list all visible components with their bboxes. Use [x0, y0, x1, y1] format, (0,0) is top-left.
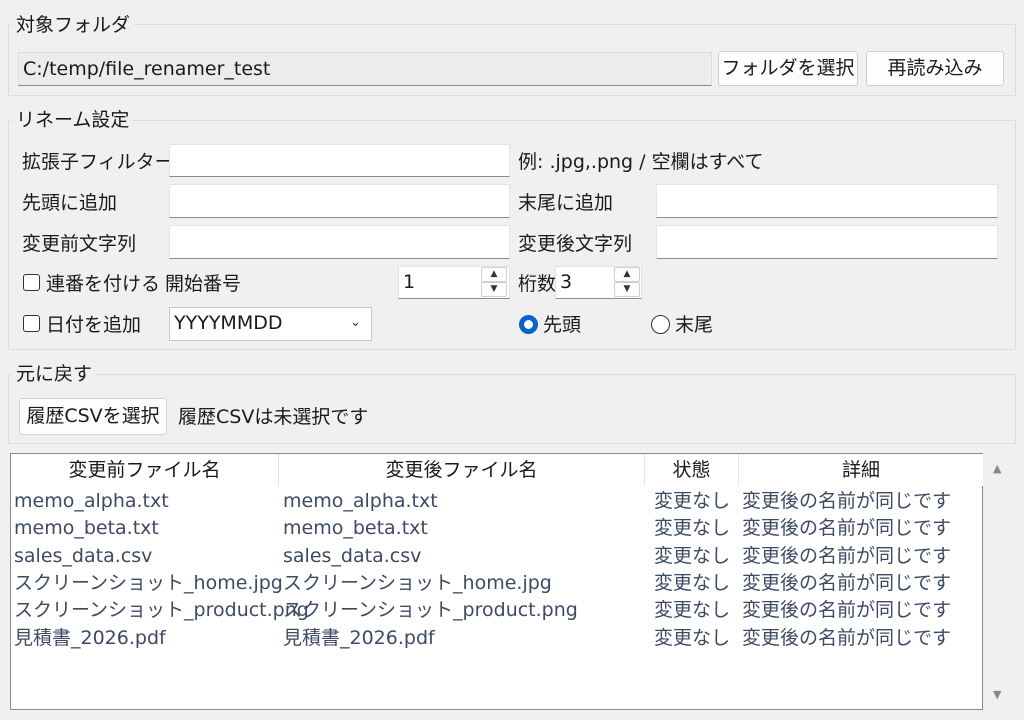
suffix-label: 末尾に追加: [518, 192, 614, 214]
folder-group-title: 対象フォルダ: [12, 14, 135, 36]
cell-after-name: スクリーンショット_product.png: [283, 599, 578, 622]
seq-checkbox[interactable]: [23, 274, 40, 291]
digits-up[interactable]: ▲: [614, 267, 640, 282]
history-status: 履歴CSVは未選択です: [178, 406, 369, 428]
cell-before-name: memo_alpha.txt: [14, 490, 169, 512]
start-number-up[interactable]: ▲: [481, 267, 507, 282]
before-string-input[interactable]: [169, 225, 510, 259]
date-format-value: YYYYMMDD: [174, 312, 283, 334]
cell-before-name: スクリーンショット_product.png: [14, 599, 309, 622]
table-row[interactable]: memo_beta.txt memo_beta.txt 変更なし 変更後の名前が同じで…: [11, 515, 982, 542]
position-tail-label: 末尾: [675, 314, 714, 336]
date-checkbox[interactable]: [23, 315, 40, 332]
select-history-csv-button[interactable]: 履歴CSVを選択: [19, 398, 167, 435]
date-format-select[interactable]: YYYYMMDD ⌄: [169, 307, 372, 341]
start-number-down[interactable]: ▼: [481, 282, 507, 297]
cell-status: 変更なし: [654, 626, 731, 649]
digits-down[interactable]: ▼: [614, 282, 640, 297]
cell-before-name: sales_data.csv: [14, 544, 153, 567]
cell-detail: 変更後の名前が同じです: [742, 517, 952, 540]
cell-status: 変更なし: [654, 599, 731, 622]
suffix-input[interactable]: [656, 184, 998, 218]
start-number-spinner: ▲ ▼: [481, 267, 507, 297]
cell-status: 変更なし: [654, 544, 731, 567]
date-checkbox-label: 日付を追加: [46, 314, 142, 336]
column-header-before[interactable]: 変更前ファイル名: [11, 454, 279, 486]
scroll-up-arrow[interactable]: ▲: [993, 462, 1001, 475]
cell-after-name: 見積書_2026.pdf: [283, 626, 435, 649]
cell-status: 変更なし: [654, 571, 731, 594]
digits-spinner: ▲ ▼: [614, 267, 640, 297]
cell-detail: 変更後の名前が同じです: [742, 626, 952, 649]
before-string-label: 変更前文字列: [22, 233, 137, 255]
cell-status: 変更なし: [654, 490, 731, 512]
cell-after-name: memo_beta.txt: [283, 517, 428, 540]
cell-before-name: 見積書_2026.pdf: [14, 626, 166, 649]
folder-path-field[interactable]: C:/temp/file_renamer_test: [18, 52, 712, 86]
cell-before-name: memo_beta.txt: [14, 517, 159, 540]
column-header-after[interactable]: 変更後ファイル名: [279, 454, 645, 486]
position-radio-head[interactable]: [519, 315, 538, 334]
digits-label: 桁数: [518, 273, 557, 295]
cell-status: 変更なし: [654, 517, 731, 540]
rename-preview-table[interactable]: 変更前ファイル名 変更後ファイル名 状態 詳細 memo_alpha.txt me…: [10, 453, 983, 710]
table-row[interactable]: スクリーンショット_product.png スクリーンショット_product.p…: [11, 597, 982, 624]
cell-detail: 変更後の名前が同じです: [742, 544, 952, 567]
table-row[interactable]: sales_data.csv sales_data.csv 変更なし 変更後の名前が同…: [11, 543, 982, 570]
scroll-down-arrow[interactable]: ▼: [993, 688, 1001, 701]
prefix-input[interactable]: [169, 184, 510, 218]
ext-filter-label: 拡張子フィルター: [22, 151, 174, 173]
ext-filter-input[interactable]: [169, 144, 510, 177]
position-head-label: 先頭: [543, 314, 582, 336]
start-number-label: 開始番号: [165, 273, 242, 295]
table-row[interactable]: memo_alpha.txt memo_alpha.txt 変更なし 変更後の名前が同…: [11, 488, 982, 515]
ext-filter-hint: 例: .jpg,.png / 空欄はすべて: [518, 151, 764, 173]
after-string-label: 変更後文字列: [518, 233, 633, 255]
cell-detail: 変更後の名前が同じです: [742, 571, 952, 594]
cell-after-name: スクリーンショット_home.jpg: [283, 571, 552, 594]
column-header-status[interactable]: 状態: [645, 454, 739, 486]
select-folder-button[interactable]: フォルダを選択: [718, 51, 858, 86]
cell-after-name: sales_data.csv: [283, 544, 422, 567]
after-string-input[interactable]: [656, 225, 998, 259]
cell-detail: 変更後の名前が同じです: [742, 599, 952, 622]
position-radio-tail[interactable]: [651, 315, 670, 334]
cell-before-name: スクリーンショット_home.jpg: [14, 571, 283, 594]
chevron-down-icon: ⌄: [350, 315, 361, 330]
undo-group-title: 元に戻す: [12, 363, 97, 385]
seq-checkbox-label: 連番を付ける: [46, 273, 161, 295]
column-header-detail[interactable]: 詳細: [739, 454, 983, 486]
cell-after-name: memo_alpha.txt: [283, 490, 438, 512]
table-row[interactable]: 見積書_2026.pdf 見積書_2026.pdf 変更なし 変更後の名前が同じです: [11, 625, 982, 652]
table-row[interactable]: スクリーンショット_home.jpg スクリーンショット_home.jpg 変更なし…: [11, 570, 982, 597]
rename-settings-title: リネーム設定: [12, 109, 134, 131]
reload-button[interactable]: 再読み込み: [866, 51, 1004, 86]
prefix-label: 先頭に追加: [22, 192, 118, 214]
cell-detail: 変更後の名前が同じです: [742, 490, 952, 512]
